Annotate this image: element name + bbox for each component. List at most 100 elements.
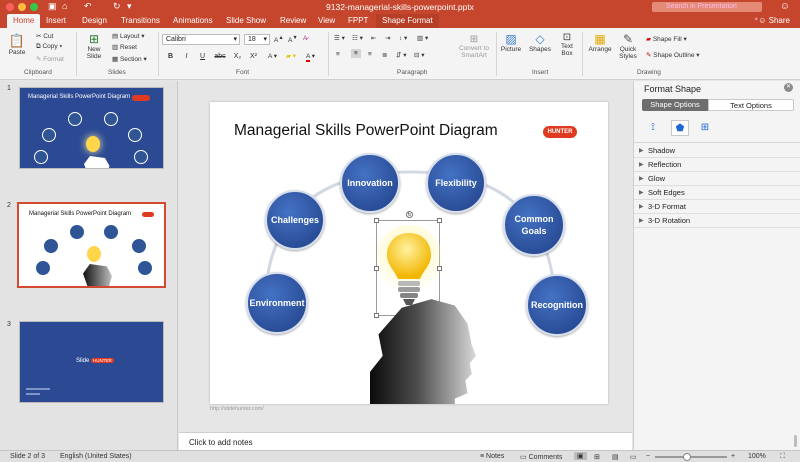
comments-toggle[interactable]: ▭ Comments xyxy=(520,453,562,461)
notes-toggle[interactable]: ≡ Notes xyxy=(480,453,504,460)
size-properties-icon[interactable]: ⊞ xyxy=(696,120,714,136)
underline-button[interactable]: U xyxy=(197,51,208,62)
fit-slide-icon[interactable]: ⛶ xyxy=(780,453,785,461)
arrange-button[interactable]: ▦ Arrange xyxy=(587,32,613,53)
fill-line-icon[interactable]: ⟟ xyxy=(644,120,662,136)
slide-title[interactable]: Managerial Skills PowerPoint Diagram xyxy=(234,122,498,140)
new-slide-button[interactable]: ⊞ New Slide xyxy=(82,32,106,60)
slide-canvas[interactable]: Managerial Skills PowerPoint Diagram HUN… xyxy=(210,102,608,404)
picture-button[interactable]: ▨ Picture xyxy=(500,32,522,53)
text-options-tab[interactable]: Text Options xyxy=(708,99,794,111)
diagram-circle-flexibility[interactable]: Flexibility xyxy=(426,153,486,213)
align-text-icon[interactable]: ⊟ ▾ xyxy=(414,51,425,59)
close-icon[interactable]: ✕ xyxy=(784,83,793,92)
zoom-level[interactable]: 100% xyxy=(748,453,766,460)
align-center-icon[interactable]: ≡ xyxy=(351,49,361,58)
highlight-icon[interactable]: ▰ ▾ xyxy=(286,52,296,60)
shapes-button[interactable]: ◇ Shapes xyxy=(528,32,552,53)
bold-button[interactable]: B xyxy=(165,51,176,62)
align-left-icon[interactable]: ≡ xyxy=(336,51,340,58)
italic-button[interactable]: I xyxy=(181,51,192,62)
font-name-select[interactable]: Calibri ▾ xyxy=(162,34,240,45)
section-glow[interactable]: ▶ Glow xyxy=(634,172,800,186)
quick-styles-button[interactable]: ✎ Quick Styles xyxy=(617,32,639,60)
share-button[interactable]: ⁺☺ Share xyxy=(754,16,790,25)
slide-thumbnail-3[interactable]: Slide HUNTER xyxy=(19,321,164,403)
numbering-icon[interactable]: ☷ ▾ xyxy=(352,34,363,42)
reset-button[interactable]: ▥ Reset xyxy=(112,43,137,51)
text-direction-icon[interactable]: ⇵ ▾ xyxy=(396,51,407,59)
tab-view[interactable]: View xyxy=(318,16,335,25)
effects-pentagon-icon[interactable]: ⬟ xyxy=(671,120,689,136)
resize-handle[interactable] xyxy=(374,266,379,271)
font-size-select[interactable]: 18 ▾ xyxy=(244,34,270,45)
font-color-button[interactable]: A ▾ xyxy=(306,52,315,62)
clear-format-icon[interactable]: A̷ xyxy=(303,35,307,42)
paste-button[interactable]: 📋 Paste xyxy=(6,33,28,56)
section-shadow[interactable]: ▶ Shadow xyxy=(634,144,800,158)
slide-thumbnail-1[interactable]: Managerial Skills PowerPoint Diagram xyxy=(19,87,164,169)
tab-review[interactable]: Review xyxy=(280,16,306,25)
notes-input[interactable]: Click to add notes xyxy=(179,432,632,450)
tab-slide-show[interactable]: Slide Show xyxy=(226,16,266,25)
diagram-circle-innovation[interactable]: Innovation xyxy=(340,153,400,213)
superscript-button[interactable]: X² xyxy=(248,51,259,62)
tab-insert[interactable]: Insert xyxy=(46,16,66,25)
cut-button[interactable]: ✂ Cut xyxy=(36,32,53,40)
tab-animations[interactable]: Animations xyxy=(173,16,213,25)
normal-view-icon[interactable]: ▣ xyxy=(574,452,587,460)
diagram-circle-environment[interactable]: Environment xyxy=(246,272,308,334)
slide-thumbnail-2[interactable]: Managerial Skills PowerPoint Diagram xyxy=(17,202,166,288)
text-effects-icon[interactable]: A ▾ xyxy=(268,52,277,60)
text-box-button[interactable]: ⊡ Text Box xyxy=(557,32,577,57)
reading-view-icon[interactable]: ▤ xyxy=(612,453,619,461)
justify-icon[interactable]: ≣ xyxy=(382,51,387,59)
zoom-slider[interactable] xyxy=(655,456,727,458)
grow-font-button[interactable]: A▲ xyxy=(274,35,284,44)
section-3d-rotation[interactable]: ▶ 3-D Rotation xyxy=(634,214,800,228)
slideshow-icon[interactable]: ▭ xyxy=(630,453,637,461)
format-painter-button[interactable]: ✎ Format xyxy=(36,55,64,63)
zoom-out-icon[interactable]: − xyxy=(646,453,650,460)
copy-button[interactable]: ⧉ Copy ▾ xyxy=(36,43,62,51)
section-soft-edges[interactable]: ▶ Soft Edges xyxy=(634,186,800,200)
align-right-icon[interactable]: ≡ xyxy=(368,51,372,58)
smiley-feedback-icon[interactable]: ☺ xyxy=(780,1,790,12)
zoom-in-icon[interactable]: + xyxy=(731,453,735,460)
shrink-font-button[interactable]: A▼ xyxy=(288,35,298,44)
diagram-circle-challenges[interactable]: Challenges xyxy=(265,190,325,250)
decrease-indent-icon[interactable]: ⇤ xyxy=(371,34,376,42)
shape-outline-button[interactable]: ✎ Shape Outline ▾ xyxy=(646,51,700,59)
section-3d-format[interactable]: ▶ 3-D Format xyxy=(634,200,800,214)
font-size-value: 18 xyxy=(248,36,256,43)
tab-fppt[interactable]: FPPT xyxy=(348,16,368,25)
layout-button[interactable]: ▤ Layout ▾ xyxy=(112,32,145,40)
resize-handle[interactable] xyxy=(437,218,442,223)
strikethrough-button[interactable]: abc xyxy=(213,51,227,62)
subscript-button[interactable]: X₂ xyxy=(232,51,243,62)
tab-shape-format[interactable]: Shape Format xyxy=(376,14,439,28)
columns-icon[interactable]: ▥ ▾ xyxy=(417,34,428,42)
section-button[interactable]: ▦ Section ▾ xyxy=(112,55,147,63)
search-input[interactable]: Search in Presentation xyxy=(652,2,762,12)
resize-handle[interactable] xyxy=(374,313,379,318)
tab-home[interactable]: Home xyxy=(7,14,41,28)
shape-options-tab[interactable]: Shape Options xyxy=(642,99,708,111)
pane-scrollbar[interactable] xyxy=(794,435,797,447)
line-spacing-icon[interactable]: ↕ ▾ xyxy=(399,34,407,42)
diagram-circle-common-goals[interactable]: Common Goals xyxy=(503,194,565,256)
resize-handle[interactable] xyxy=(437,266,442,271)
tab-design[interactable]: Design xyxy=(82,16,107,25)
slide-sorter-icon[interactable]: ⊞ xyxy=(594,453,600,461)
language-indicator[interactable]: English (United States) xyxy=(60,453,132,460)
diagram-circle-recognition[interactable]: Recognition xyxy=(526,274,588,336)
rotate-handle[interactable]: ↻ xyxy=(406,211,413,218)
resize-handle[interactable] xyxy=(374,218,379,223)
increase-indent-icon[interactable]: ⇥ xyxy=(385,34,390,42)
tab-transitions[interactable]: Transitions xyxy=(121,16,160,25)
section-reflection[interactable]: ▶ Reflection xyxy=(634,158,800,172)
zoom-slider-handle[interactable] xyxy=(683,453,691,461)
bullets-icon[interactable]: ☰ ▾ xyxy=(334,34,345,42)
shape-fill-button[interactable]: ▰ Shape Fill ▾ xyxy=(646,35,687,43)
convert-smartart-button[interactable]: ⊞ Convert to SmartArt xyxy=(456,34,492,59)
